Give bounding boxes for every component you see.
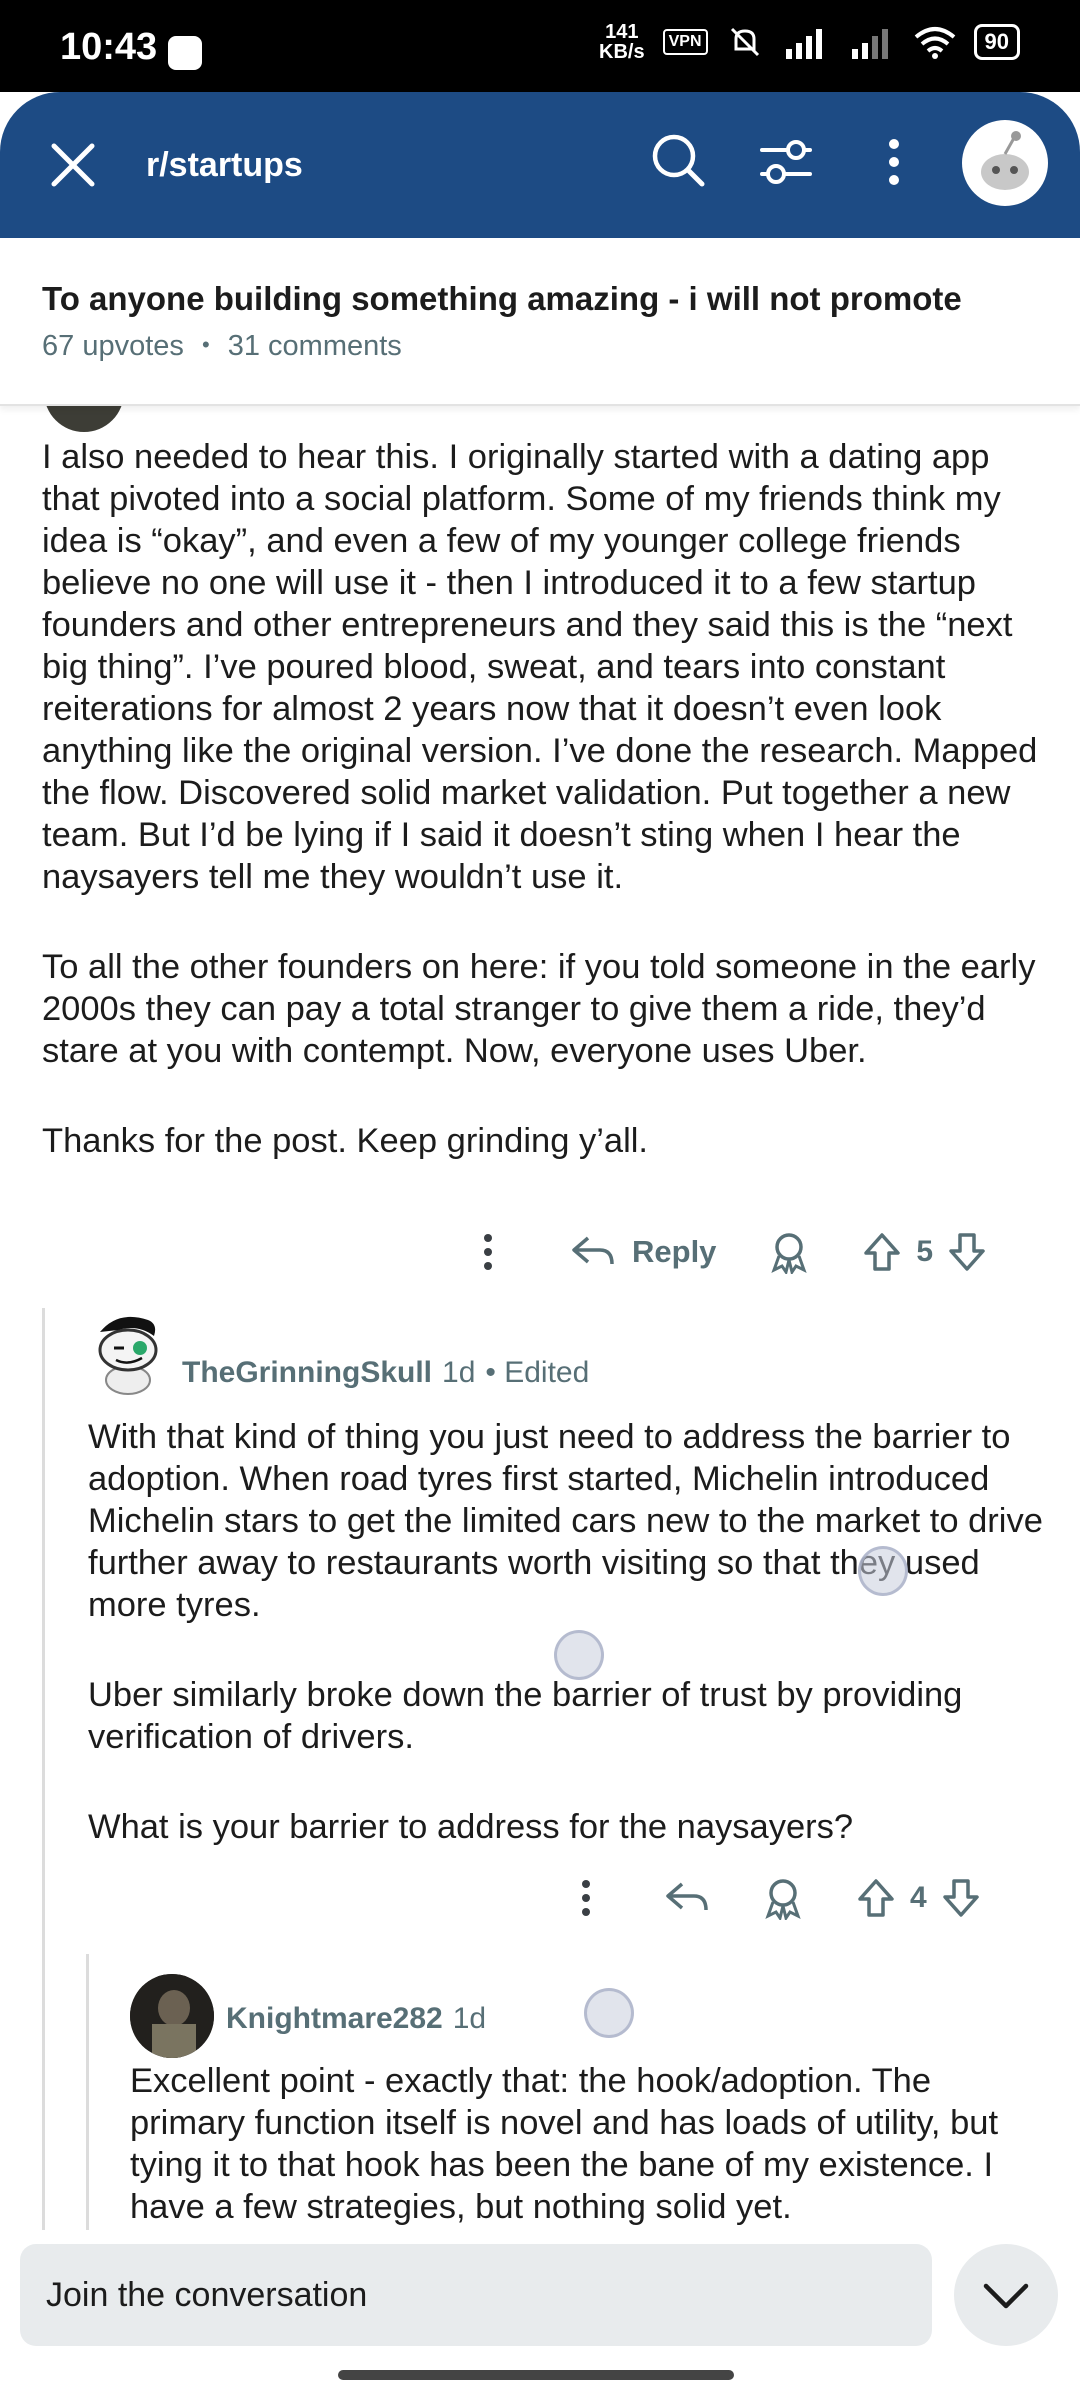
upvote-button[interactable] [862,1231,902,1273]
comment-paragraph: I also needed to hear this. I originally… [42,438,1038,896]
touch-indicator [858,1546,908,1596]
meta-separator: • [201,332,210,357]
status-icons: 141 KB/s VPN 90 [599,22,1020,62]
vote-score: 4 [910,1881,927,1914]
snoo-skull-avatar-icon [98,1316,158,1395]
commenter-avatar[interactable] [88,1310,168,1396]
comment-paragraph: Thanks for the post. Keep grinding y’all… [42,1122,649,1160]
wifi-icon [914,27,955,59]
touch-indicator [554,1630,604,1680]
chevron-down-icon [983,2283,1029,2309]
vpn-badge: VPN [662,29,708,55]
search-icon[interactable] [648,130,708,190]
sort-filter-icon[interactable] [756,132,816,192]
signal-icon-2 [851,29,888,59]
top-app-bar: r/startups [0,92,1080,238]
network-speed-value: 141 [605,21,639,43]
comment-username[interactable]: TheGrinningSkull [182,1356,432,1390]
comment-paragraph: What is your barrier to address for the … [88,1808,854,1846]
award-button[interactable] [768,1230,810,1274]
comment-age: 1d [442,1356,476,1389]
comment-body: I also needed to hear this. I originally… [42,436,1042,1162]
post-title[interactable]: To anyone building something amazing - i… [42,280,962,318]
thread-line[interactable] [42,1308,45,2230]
more-options-icon[interactable] [874,132,914,192]
user-avatar[interactable] [962,120,1048,206]
upvote-count: 67 upvotes [42,330,184,362]
bottom-bar: Join the conversation [0,2230,1080,2400]
downvote-arrow-icon [942,1879,979,1917]
subreddit-name[interactable]: r/startups [146,146,303,185]
touch-indicator [584,1988,634,2038]
network-speed: 141 KB/s [599,22,645,62]
post-header: To anyone building something amazing - i… [0,238,1080,406]
mute-bell-icon [730,27,759,57]
app-notification-icon [168,36,202,70]
commenter-avatar[interactable] [130,1974,214,2058]
comment-paragraph: To all the other founders on here: if yo… [42,948,1036,1070]
reply-button[interactable] [664,1878,710,1918]
commenter-avatar[interactable] [44,404,124,432]
comment-body: Excellent point - exactly that: the hook… [130,2060,1050,2228]
battery-indicator: 90 [973,24,1020,60]
award-icon [765,1879,801,1920]
award-icon [771,1233,808,1274]
upvote-button[interactable] [856,1877,896,1919]
comment-more-button[interactable] [564,1878,608,1918]
comment-paragraph: With that kind of thing you just need to… [88,1418,1043,1624]
join-conversation-placeholder: Join the conversation [46,2276,368,2314]
upvote-arrow-icon [864,1233,901,1271]
comment-thread: I also needed to hear this. I originally… [0,404,1080,2230]
reply-icon [572,1236,614,1265]
close-icon[interactable] [44,136,102,194]
signal-icon [785,29,822,59]
more-vertical-icon [484,1234,492,1270]
snoo-avatar-icon [981,131,1029,190]
award-button[interactable] [762,1876,804,1920]
reply-icon [666,1882,708,1911]
comment-paragraph: Excellent point - exactly that: the hook… [130,2062,999,2226]
network-speed-unit: KB/s [599,41,645,63]
comment-more-button[interactable] [466,1232,510,1272]
edited-label: • Edited [485,1356,590,1389]
comment-author-row: Knightmare282 1d [226,2002,486,2036]
status-time: 10:43 [60,26,158,68]
join-conversation-input[interactable]: Join the conversation [20,2244,932,2346]
comment-paragraph: Uber similarly broke down the barrier of… [88,1676,963,1756]
comment-author-row: TheGrinningSkull 1d • Edited [182,1356,589,1390]
reply-label: Reply [632,1234,717,1269]
downvote-button[interactable] [947,1231,987,1273]
reply-button[interactable]: Reply [570,1232,716,1272]
upvote-arrow-icon [858,1879,894,1917]
collapse-button[interactable] [954,2244,1058,2346]
thread-line[interactable] [86,1954,89,2230]
downvote-button[interactable] [941,1877,981,1919]
comment-actions: Reply 5 [466,1222,987,1282]
post-meta: 67 upvotes • 31 comments [42,330,402,363]
downvote-arrow-icon [949,1233,985,1271]
user-photo-avatar [130,1974,214,2058]
comment-age: 1d [452,2002,487,2035]
vote-score: 5 [916,1235,934,1268]
comment-count: 31 comments [227,330,402,362]
more-vertical-icon [582,1880,590,1916]
status-bar: 10:43 141 KB/s VPN 90 [0,0,1080,92]
home-indicator[interactable] [338,2370,734,2380]
comment-actions: 4 [564,1868,981,1928]
comment-username[interactable]: Knightmare282 [226,2002,443,2036]
